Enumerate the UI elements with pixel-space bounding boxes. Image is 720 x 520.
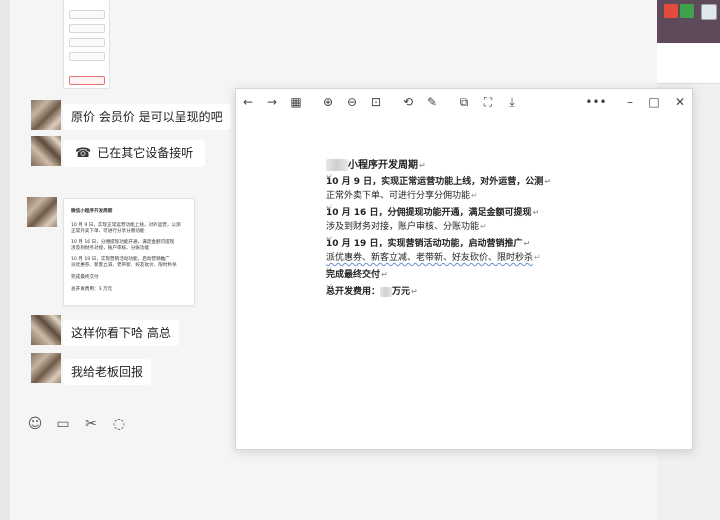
p2-body: 涉及到财务对接，账户审核、分账功能 [326,222,480,232]
fee-label: 总开发费用： [326,287,381,297]
avatar[interactable] [31,100,61,130]
doc-line: 10 月 19 日，实现营销活动功能，启动营销推广↵ [326,239,531,249]
p1-heading: 10 月 9 日，实现正常运营功能上线，对外运营，公测 [326,177,544,187]
card-line: 完成最终交付 [71,275,99,280]
actual-size-icon[interactable]: ⊡ [368,94,384,110]
rotate-icon[interactable]: ⟲ [400,94,416,110]
message-bubble[interactable]: 我给老板回报 [63,359,152,385]
close-icon[interactable]: ✕ [672,94,688,110]
chat-bubble-icon[interactable]: ◌ [111,416,127,432]
message-text: 我给老板回报 [71,365,144,379]
card-line: 派优惠券、新客立减、老带新、好友砍价、限时秒杀 [71,263,177,268]
doc-title-row: 小程序开发周期↵ [326,159,606,172]
card-line: 正常外卖下单、可进行分享分佣功能 [71,229,145,234]
folder-icon[interactable]: ▭ [55,416,71,432]
redacted-mark [380,286,393,297]
zoom-out-icon[interactable]: ⊖ [344,94,360,110]
shared-doc-image[interactable]: 微信小程序开发周期 10 月 9 日，实现正常运营功能上线，对外运营，公测 正常… [63,198,195,306]
p2-heading: 10 月 16 日，分佣提现功能开通，满足金额可提现 [326,208,532,218]
chat-input-toolbar: ☺ ▭ ✂ ◌ [27,416,127,432]
forward-arrow-icon[interactable]: → [264,94,280,110]
download-icon[interactable]: ⤓ [504,94,520,110]
thumb-button-4 [69,52,105,61]
viewer-toolbar: ← → ▦ ⊕ ⊖ ⊡ ⟲ ✎ ⧉ ⛶ ⤓ ••• – □ ✕ [236,89,692,115]
more-icon[interactable]: ••• [584,94,608,110]
avatar[interactable] [31,136,61,166]
document-image: 小程序开发周期↵ ↵ 10 月 9 日，实现正常运营功能上线，对外运营，公测↵ … [326,159,606,299]
doc-line: 完成最终交付↵ [326,270,388,280]
shared-image-thumbnail[interactable] [63,0,110,89]
card-title: 微信小程序开发周期 [71,209,113,214]
p1-body: 正常外卖下单、可进行分享分佣功能 [326,191,471,201]
doc-line: 涉及到财务对接，账户审核、分账功能↵ [326,222,487,232]
maximize-icon[interactable]: □ [646,94,662,110]
back-arrow-icon[interactable]: ← [240,94,256,110]
message-bubble[interactable]: 原价 会员价 是可以呈现的吧 [63,104,231,130]
avatar[interactable] [27,197,57,227]
left-edge-strip [0,0,10,520]
taskbar-strip [657,0,720,43]
message-text: 这样你看下哈 高总 [71,326,171,340]
doc-line: 派优惠券、新客立减、老带新、好友砍价、限时秒杀↵ [326,253,541,263]
thumb-button-red [69,76,105,85]
delivery-line: 完成最终交付 [326,270,381,280]
thumb-button-1 [69,10,105,19]
thumb-button-3 [69,38,105,47]
doc-line: 10 月 16 日，分佣提现功能开通，满足金额可提现↵ [326,208,540,218]
zoom-in-icon[interactable]: ⊕ [320,94,336,110]
message-bubble[interactable]: 这样你看下哈 高总 [63,320,179,346]
copy-icon[interactable]: ⧉ [456,94,472,110]
avatar[interactable] [31,315,61,345]
emoji-icon[interactable]: ☺ [27,416,43,432]
thumb-button-2 [69,24,105,33]
grid-icon[interactable]: ▦ [288,94,304,110]
message-text: 原价 会员价 是可以呈现的吧 [71,110,223,124]
app-tile-icon[interactable] [701,4,717,20]
doc-line: 10 月 9 日，实现正常运营功能上线，对外运营，公测↵ [326,177,551,187]
fee-unit: 万元 [392,287,411,297]
crop-icon[interactable]: ⛶ [480,94,496,110]
doc-line: 总开发费用： 万元↵ [326,286,418,297]
p3-body: 派优惠券、新客立减、老带新、好友砍价、限时秒杀 [326,253,534,263]
scissors-icon[interactable]: ✂ [83,416,99,432]
doc-line: 正常外卖下单、可进行分享分佣功能↵ [326,191,478,201]
message-text: 已在其它设备接听 [97,146,194,160]
card-line: 涉及到财务对接，账户审核、分账功能 [71,246,150,251]
redacted-mark [326,159,348,171]
call-notice-bubble[interactable]: ☎ 已在其它设备接听 [63,140,206,167]
app-tile-icon[interactable] [664,4,678,18]
doc-title: 小程序开发周期 [348,160,418,171]
minimize-icon[interactable]: – [622,94,638,110]
image-viewer-window: ← → ▦ ⊕ ⊖ ⊡ ⟲ ✎ ⧉ ⛶ ⤓ ••• – □ ✕ 小程序开发周期↵… [235,88,693,450]
phone-hangup-icon: ☎ [75,146,92,161]
avatar[interactable] [31,353,61,383]
card-line: 总开发费用：3 万元 [71,287,113,292]
edit-icon[interactable]: ✎ [424,94,440,110]
p3-heading: 10 月 19 日，实现营销活动功能，启动营销推广 [326,239,523,249]
app-tile-icon[interactable] [680,4,694,18]
background-window [657,43,720,84]
